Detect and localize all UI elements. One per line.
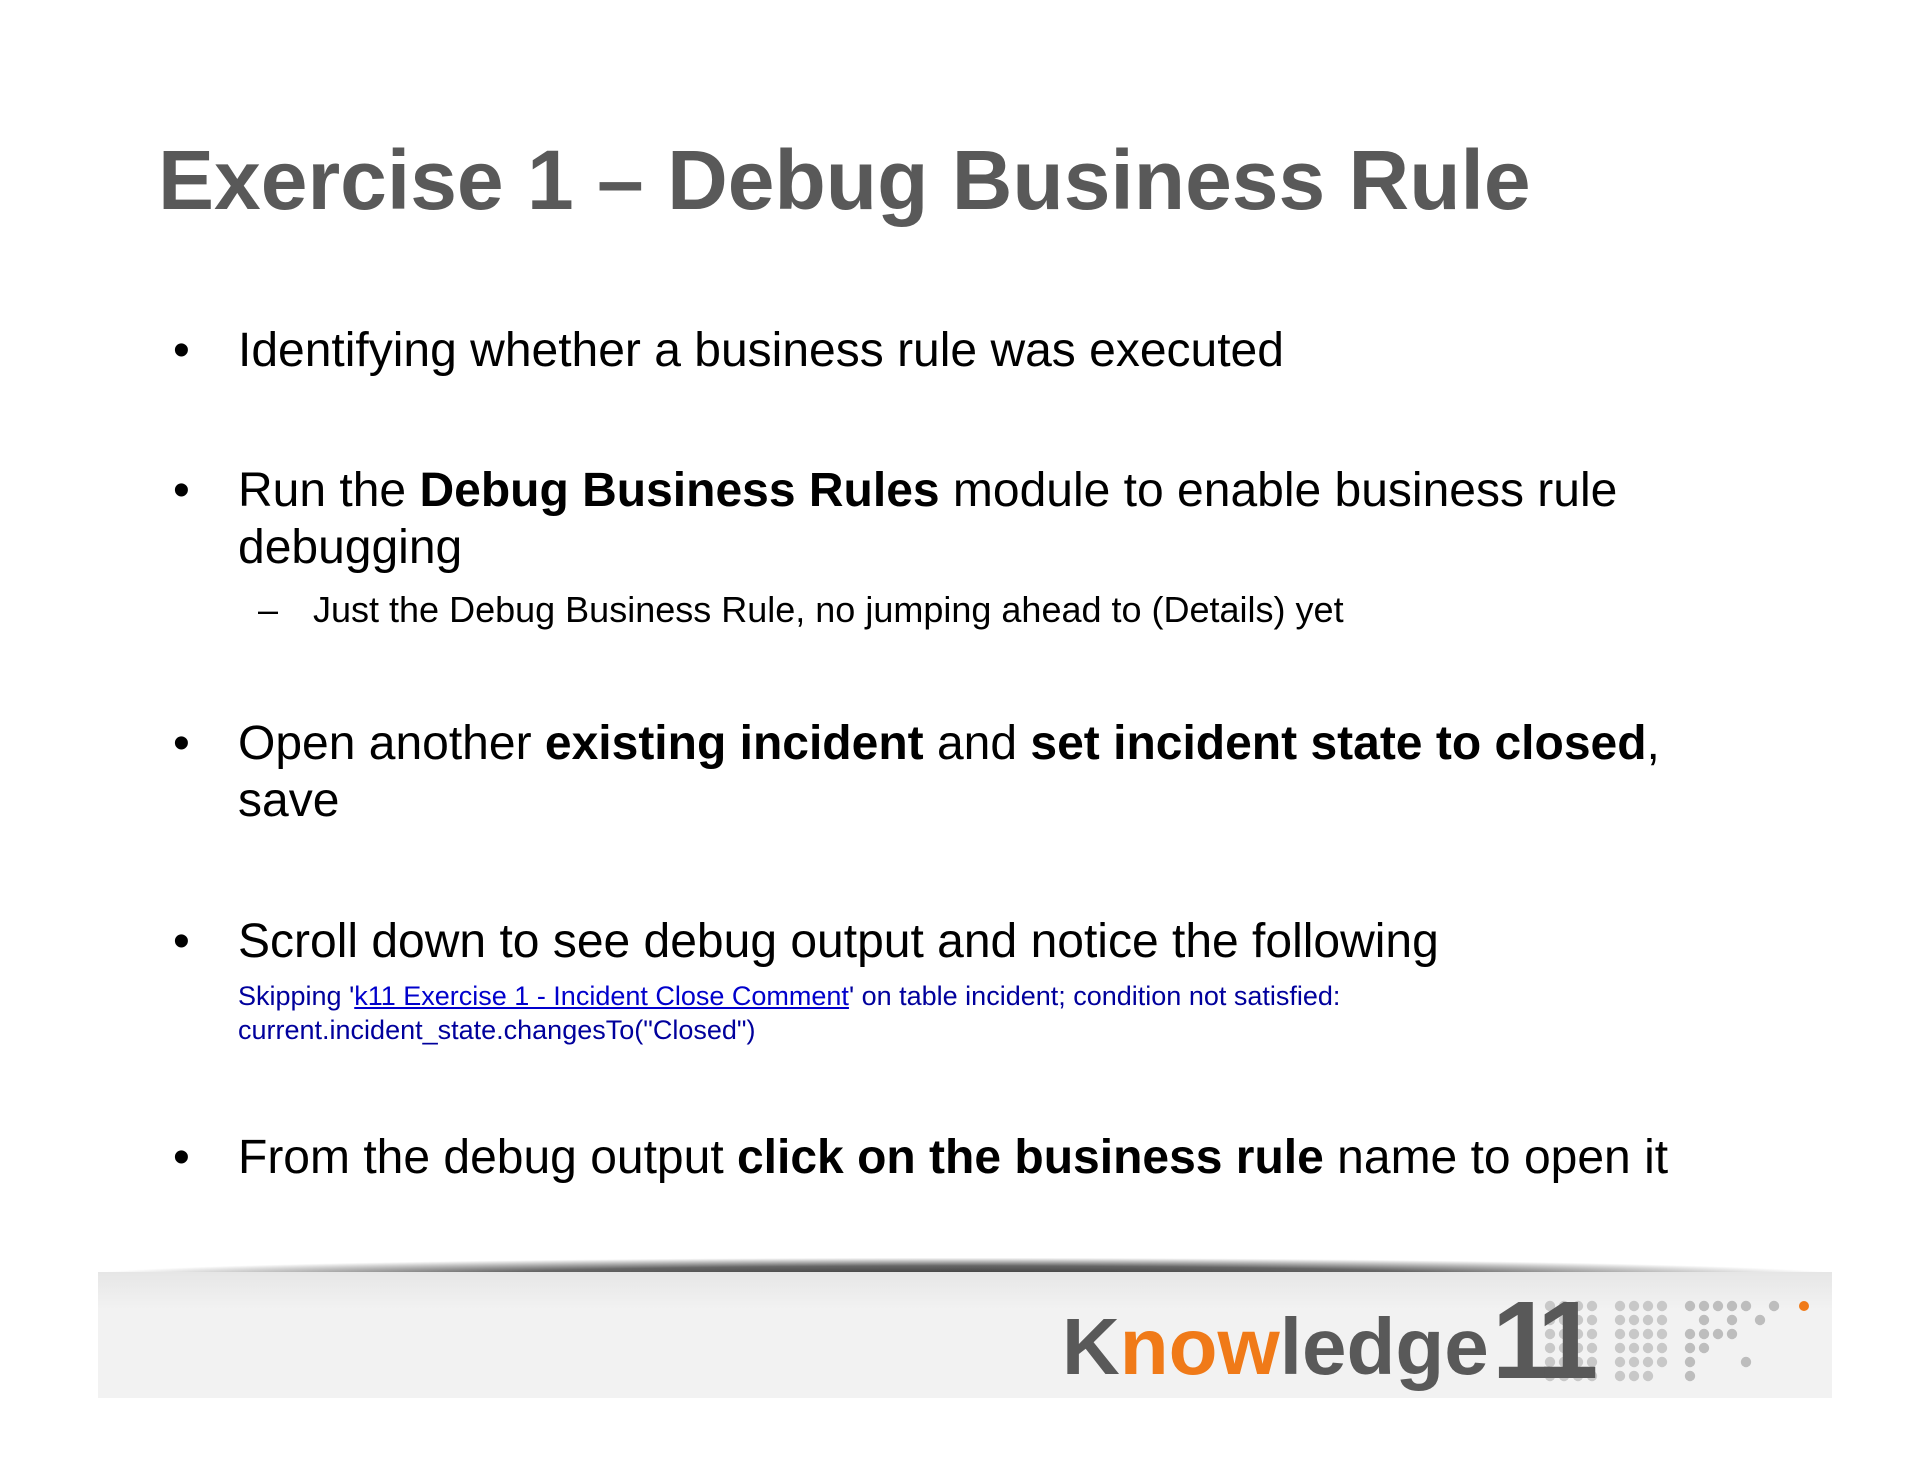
logo-dot [1712,1328,1724,1340]
bullet-5-text-end: name to open it [1323,1131,1669,1184]
bullet-dot: • [173,915,190,968]
logo-dot [1698,1300,1710,1312]
logo-dot [1614,1314,1626,1326]
logo-dot [1712,1300,1724,1312]
bullet-5-text: From the debug output [238,1131,737,1184]
logo-dot [1656,1314,1668,1326]
bullet-1-text: Identifying whether a business rule was … [238,324,1284,377]
debug-output-line-2: current.incident_state.changesTo("Closed… [238,1015,756,1045]
sub-bullet-2-1: – Just the Debug Business Rule, no jumpi… [258,588,1344,632]
logo-dot [1698,1328,1710,1340]
bullet-dot: • [173,1131,190,1184]
bullet-5-bold: click on the business rule [736,1131,1324,1184]
debug-prefix: Skipping ' [238,981,355,1011]
logo-dot [1684,1300,1696,1312]
logo-dot [1586,1342,1598,1354]
logo-dot [1586,1370,1598,1382]
sub-bullet-text: Just the Debug Business Rule, no jumping… [313,589,1344,630]
logo-now: now [1120,1302,1281,1391]
bullet-5: • From the debug output click on the bus… [173,1129,1768,1186]
logo-dot [1614,1328,1626,1340]
logo-dot [1656,1356,1668,1368]
slide-title: Exercise 1 – Debug Business Rule [158,133,1531,227]
logo-dot [1586,1300,1598,1312]
logo-dot [1698,1342,1710,1354]
logo-dot [1726,1328,1738,1340]
sub-bullet-dash: – [258,589,279,630]
logo-dot [1656,1342,1668,1354]
bullet-dot: • [173,464,190,517]
logo-dot [1614,1342,1626,1354]
bullet-3-bold-1: existing incident [544,717,924,770]
logo-dot [1684,1328,1696,1340]
logo-dot [1642,1328,1654,1340]
logo-dot [1586,1328,1598,1340]
logo-dot [1726,1314,1738,1326]
bullet-2-text: Run the [238,464,420,517]
logo-dot [1642,1314,1654,1326]
bullet-3-bold-2: set incident state to closed [1030,717,1647,770]
bullet-4: • Scroll down to see debug output and no… [173,913,1768,970]
svg-text:Knowledge: Knowledge [1062,1302,1489,1391]
knowledge11-logo: Knowledge 11 [1062,1279,1809,1394]
logo-dot [1628,1300,1640,1312]
bullet-dot: • [173,324,190,377]
logo-ledge: ledge [1280,1302,1489,1391]
bullet-3-text: Open another [238,717,545,770]
logo-dot [1726,1300,1738,1312]
logo-dot [1642,1342,1654,1354]
logo-number: 11 [1492,1279,1596,1394]
logo-dot [1614,1370,1626,1382]
logo-dot [1698,1314,1710,1326]
logo-dot [1642,1300,1654,1312]
logo-dot [1628,1314,1640,1326]
logo-dot [1586,1314,1598,1326]
logo-orange-dot [1799,1301,1809,1311]
logo-dot [1586,1356,1598,1368]
logo-dot [1740,1300,1752,1312]
logo-dot [1684,1342,1696,1354]
logo-dot [1740,1356,1752,1368]
logo-dot [1656,1328,1668,1340]
debug-suffix: ' on table incident; condition not satis… [848,981,1341,1011]
logo-dot [1628,1342,1640,1354]
bullet-2: • Run the Debug Business Rules module to… [173,462,1678,576]
logo-dot [1642,1370,1654,1382]
bullet-1: • Identifying whether a business rule wa… [173,322,1768,379]
logo-dot [1684,1356,1696,1368]
logo-dot [1628,1370,1640,1382]
business-rule-link[interactable]: k11 Exercise 1 - Incident Close Comment [354,981,849,1011]
logo-dot [1614,1300,1626,1312]
debug-output-line-1: Skipping 'k11 Exercise 1 - Incident Clos… [238,979,1340,1013]
logo-dot [1642,1356,1654,1368]
bullet-4-text: Scroll down to see debug output and noti… [238,915,1439,968]
logo-dot [1684,1370,1696,1382]
bullet-3-text-mid: and [923,717,1031,770]
logo-dot [1628,1328,1640,1340]
logo-dot [1656,1300,1668,1312]
bullet-3: • Open another existing incident and set… [173,715,1728,829]
logo-k: K [1062,1302,1120,1391]
bullet-dot: • [173,717,190,770]
bullet-2-bold: Debug Business Rules [419,464,940,517]
logo-dot [1614,1356,1626,1368]
logo-dot [1768,1300,1780,1312]
logo-dot [1628,1356,1640,1368]
logo-dot [1754,1314,1766,1326]
debug-output: Skipping 'k11 Exercise 1 - Incident Clos… [238,979,1340,1047]
